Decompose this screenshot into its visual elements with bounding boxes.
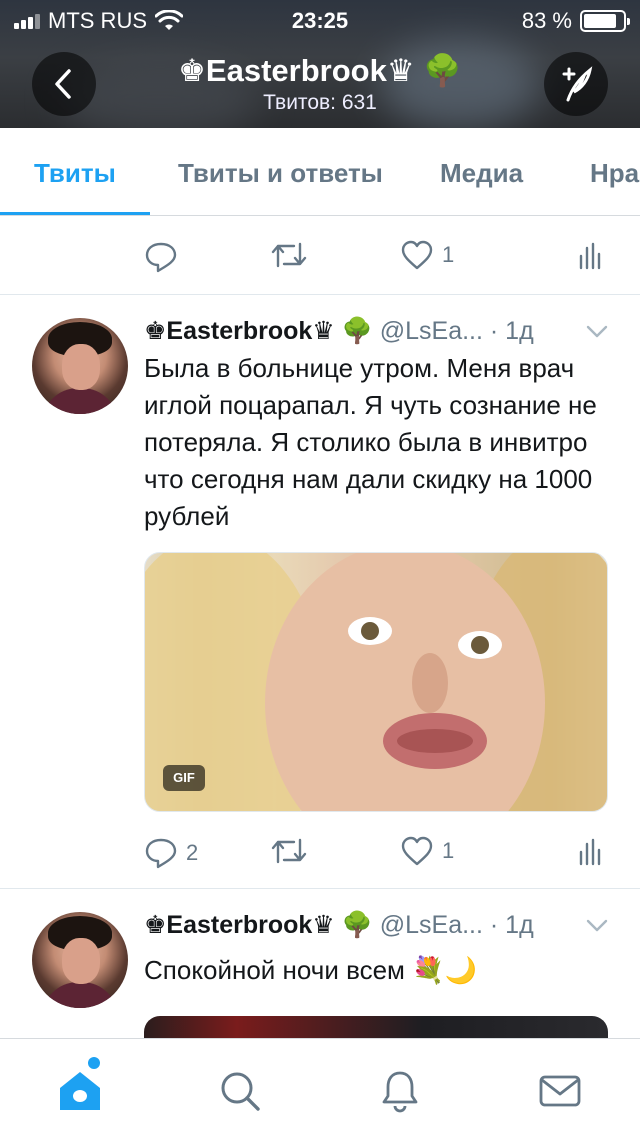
tweet-text: Спокойной ночи всем 💐🌙 [144,955,477,985]
gif-badge: GIF [163,765,205,791]
bottom-tab-bar [0,1038,640,1136]
active-tab-indicator [0,212,150,215]
like-button[interactable]: 1 [400,240,454,270]
reply-bubble-icon [145,242,177,273]
tweet-actions: 2 1 [144,836,614,876]
avatar[interactable] [32,912,128,1008]
heart-icon [401,240,433,270]
tweet-header: ♚Easterbrook♛ 🌳 @LsEa... · 1д [144,910,614,940]
avatar[interactable] [32,318,128,414]
nav-messages[interactable] [536,1067,584,1115]
previous-tweet-actions: 1 [144,240,614,280]
battery-icon [580,10,630,32]
tweet-divider [0,888,640,889]
tab-media[interactable]: Медиа [440,158,523,189]
retweet-button[interactable] [270,240,316,270]
tweet-author-name[interactable]: ♚Easterbrook♛ 🌳 [144,317,373,345]
notification-dot [88,1057,100,1069]
chevron-down-icon[interactable] [584,318,610,344]
analytics-button[interactable] [578,836,602,866]
tweet-author-name[interactable]: ♚Easterbrook♛ 🌳 [144,911,373,939]
tweet-text: Была в больнице утром. Меня врач иглой п… [144,353,597,531]
analytics-button[interactable] [578,240,602,270]
status-bar: MTS RUS 23:25 83 % [0,0,640,40]
nav-search[interactable] [216,1067,264,1115]
nav-home[interactable] [56,1067,104,1115]
profile-header: MTS RUS 23:25 83 % ♚Easterbrook♛ 🌳 Твито… [0,0,640,128]
like-count: 1 [442,242,455,267]
reply-bubble-icon [145,838,177,869]
compose-tweet-button[interactable] [544,52,608,116]
retweet-icon [271,242,307,268]
analytics-icon [579,242,601,270]
home-icon [60,1072,100,1110]
reply-button[interactable]: 2 [144,836,198,870]
heart-icon [401,836,433,866]
battery-percent: 83 % [521,8,572,33]
reply-count: 2 [186,840,199,865]
tweet-handle-time: @LsEa... · 1д [379,911,534,939]
analytics-icon [579,838,601,866]
compose-feather-icon [562,66,593,102]
retweet-icon [271,838,307,864]
like-button[interactable]: 1 [400,836,454,866]
tweet-gif-media[interactable]: GIF [144,552,608,812]
reply-button[interactable] [144,240,186,274]
tweet-handle-time: @LsEa... · 1д [379,317,534,345]
profile-tabs: Твиты Твиты и ответы Медиа Нра [0,128,640,216]
bell-icon [382,1071,418,1113]
tab-tweets-and-replies[interactable]: Твиты и ответы [178,158,383,189]
retweet-button[interactable] [270,836,316,866]
gif-preview-face [145,553,607,811]
chevron-down-icon[interactable] [584,912,610,938]
tweet-divider [0,294,640,295]
like-count: 1 [442,838,455,863]
tab-tweets[interactable]: Твиты [34,158,116,189]
tab-likes[interactable]: Нра [590,158,639,189]
nav-notifications[interactable] [376,1067,424,1115]
search-icon [221,1072,260,1111]
tweet-header: ♚Easterbrook♛ 🌳 @LsEa... · 1д [144,316,614,346]
mail-icon [539,1075,581,1107]
tweet-count: Твитов: 631 [263,91,377,114]
